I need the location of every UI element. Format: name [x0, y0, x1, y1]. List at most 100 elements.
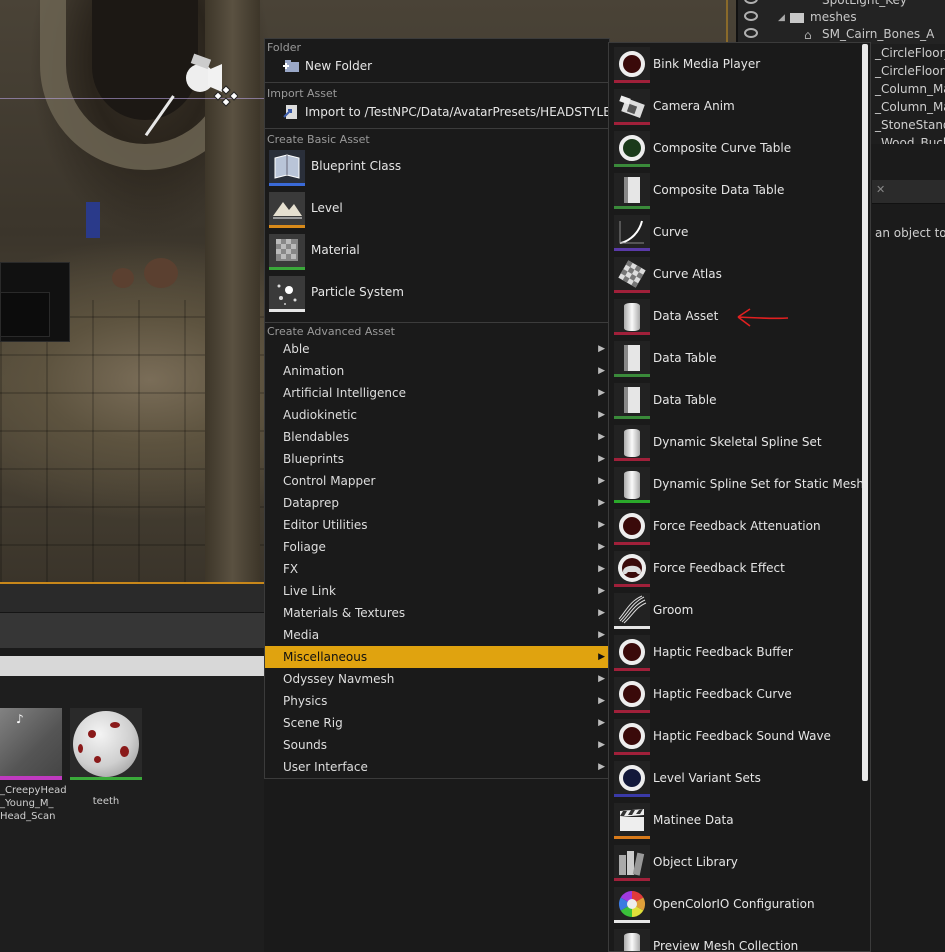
category-label: Materials & Textures — [283, 606, 406, 620]
category-label: Media — [283, 628, 320, 642]
asset-item-curve[interactable]: Curve — [611, 212, 863, 254]
asset-item-force-feedback-attenuation[interactable]: Force Feedback Attenuation — [611, 506, 863, 548]
asset-item-preview-mesh-collection[interactable]: Preview Mesh Collection — [611, 926, 863, 952]
details-hint: an object to v — [875, 226, 945, 240]
content-browser-pathbar — [0, 612, 264, 648]
asset-item-camera-anim[interactable]: Camera Anim — [611, 86, 863, 128]
category-odyssey-navmesh[interactable]: Odyssey Navmesh ▶ — [265, 668, 609, 690]
category-media[interactable]: Media ▶ — [265, 624, 609, 646]
asset-item-label: Haptic Feedback Curve — [653, 687, 792, 701]
particle-system-item[interactable]: Particle System — [267, 273, 609, 315]
asset-item-curve-atlas[interactable]: Curve Atlas — [611, 254, 863, 296]
doc-icon — [614, 383, 650, 419]
outliner-item[interactable]: _Column_Mai — [866, 98, 945, 116]
category-foliage[interactable]: Foliage ▶ — [265, 536, 609, 558]
category-artificial-intelligence[interactable]: Artificial Intelligence ▶ — [265, 382, 609, 404]
chevron-right-icon: ▶ — [598, 564, 605, 574]
ring-navy-icon — [614, 761, 650, 797]
asset-item-label: Haptic Feedback Buffer — [653, 645, 793, 659]
sphere-preview — [73, 711, 139, 777]
chevron-right-icon: ▶ — [598, 740, 605, 750]
outliner-item[interactable]: _Wood_Bucket — [866, 134, 945, 144]
outliner-row[interactable]: ⌂ SM_Cairn_Bones_A — [738, 26, 945, 43]
category-label: Blendables — [283, 430, 350, 444]
asset-item-label: Curve — [653, 225, 689, 239]
asset-item-composite-data-table[interactable]: Composite Data Table — [611, 170, 863, 212]
category-miscellaneous[interactable]: Miscellaneous ▶ — [265, 646, 609, 668]
details-tab[interactable]: ✕ — [872, 180, 945, 204]
chevron-right-icon: ▶ — [598, 762, 605, 772]
asset-item-bink-media-player[interactable]: Bink Media Player — [611, 44, 863, 86]
asset-item-opencolorio-configuration[interactable]: OpenColorIO Configuration — [611, 884, 863, 926]
asset-type-strip — [70, 777, 142, 780]
category-physics[interactable]: Physics ▶ — [265, 690, 609, 712]
asset-item-dynamic-spline-set-for-static-mesh[interactable]: Dynamic Spline Set for Static Mesh — [611, 464, 864, 506]
asset-item-data-table[interactable]: Data Table — [611, 338, 863, 380]
visibility-eye-icon[interactable] — [744, 11, 758, 21]
chevron-right-icon: ▶ — [598, 432, 605, 442]
category-sounds[interactable]: Sounds ▶ — [265, 734, 609, 756]
asset-item-dynamic-skeletal-spline-set[interactable]: Dynamic Skeletal Spline Set — [611, 422, 863, 464]
category-control-mapper[interactable]: Control Mapper ▶ — [265, 470, 609, 492]
outliner-item[interactable]: _Column_Mai — [866, 80, 945, 98]
category-label: Dataprep — [283, 496, 339, 510]
content-search-input[interactable] — [0, 656, 264, 676]
category-blendables[interactable]: Blendables ▶ — [265, 426, 609, 448]
blue-prop — [86, 202, 100, 238]
chevron-right-icon: ▶ — [598, 586, 605, 596]
asset-item-haptic-feedback-sound-wave[interactable]: Haptic Feedback Sound Wave — [611, 716, 863, 758]
outliner-item[interactable]: _StoneStand — [866, 116, 945, 134]
asset-item-haptic-feedback-curve[interactable]: Haptic Feedback Curve — [611, 674, 863, 716]
asset-item-composite-curve-table[interactable]: Composite Curve Table — [611, 128, 863, 170]
level-item[interactable]: Level — [267, 189, 609, 231]
chevron-right-icon: ▶ — [598, 498, 605, 508]
category-user-interface[interactable]: User Interface ▶ — [265, 756, 609, 778]
asset-thumbnail[interactable]: ♪ — [0, 708, 62, 780]
asset-item-data-table[interactable]: Data Table — [611, 380, 863, 422]
material-item[interactable]: Material — [267, 231, 609, 273]
category-dataprep[interactable]: Dataprep ▶ — [265, 492, 609, 514]
asset-item-groom[interactable]: Groom — [611, 590, 863, 632]
camera-icon — [614, 89, 650, 125]
section-header: Create Advanced Asset — [267, 325, 395, 338]
submenu-scrollbar[interactable] — [862, 44, 868, 781]
category-animation[interactable]: Animation ▶ — [265, 360, 609, 382]
outliner-row[interactable]: SpotLight_Key — [738, 0, 945, 9]
asset-thumbnail[interactable] — [70, 708, 142, 780]
asset-item-haptic-feedback-buffer[interactable]: Haptic Feedback Buffer — [611, 632, 863, 674]
asset-item-label: Composite Data Table — [653, 183, 785, 197]
asset-item-matinee-data[interactable]: Matinee Data — [611, 800, 863, 842]
asset-item-label: Composite Curve Table — [653, 141, 792, 155]
category-live-link[interactable]: Live Link ▶ — [265, 580, 609, 602]
asset-item-level-variant-sets[interactable]: Level Variant Sets — [611, 758, 863, 800]
blueprint-class-item[interactable]: Blueprint Class — [267, 147, 609, 189]
new-folder-button[interactable]: New Folder — [265, 55, 609, 77]
category-materials-textures[interactable]: Materials & Textures ▶ — [265, 602, 609, 624]
dark-prop — [0, 292, 50, 337]
outliner-item[interactable]: _CircleFloor_A — [866, 44, 945, 62]
expand-triangle-icon[interactable]: ◢ — [778, 10, 785, 27]
content-browser-toolbar — [0, 584, 264, 612]
close-icon[interactable]: ✕ — [876, 183, 885, 196]
category-editor-utilities[interactable]: Editor Utilities ▶ — [265, 514, 609, 536]
outliner-row[interactable]: ◢ meshes — [738, 9, 945, 26]
import-button[interactable]: Import to /TestNPC/Data/AvatarPresets/HE… — [265, 101, 622, 123]
visibility-eye-icon[interactable] — [744, 28, 758, 38]
chevron-right-icon: ▶ — [598, 454, 605, 464]
asset-item-force-feedback-effect[interactable]: Force Feedback Effect — [611, 548, 863, 590]
spotlight-icon[interactable] — [178, 52, 238, 142]
category-blueprints[interactable]: Blueprints ▶ — [265, 448, 609, 470]
asset-item-object-library[interactable]: Object Library — [611, 842, 863, 884]
category-fx[interactable]: FX ▶ — [265, 558, 609, 580]
asset-label: _CreepyHead _Young_M_ Head_Scan — [0, 785, 67, 822]
asset-type-strip — [0, 776, 62, 780]
outliner-row-label: SM_Cairn_Bones_A — [822, 27, 935, 41]
visibility-eye-icon[interactable] — [744, 0, 758, 4]
doc-icon — [614, 173, 650, 209]
outliner-item[interactable]: _CircleFloorSt — [866, 62, 945, 80]
asset-item-label: Preview Mesh Collection — [653, 939, 799, 952]
category-scene-rig[interactable]: Scene Rig ▶ — [265, 712, 609, 734]
category-able[interactable]: Able ▶ — [265, 338, 609, 360]
category-audiokinetic[interactable]: Audiokinetic ▶ — [265, 404, 609, 426]
miscellaneous-submenu: Bink Media Player Camera Anim Composite Cu… — [608, 42, 871, 952]
